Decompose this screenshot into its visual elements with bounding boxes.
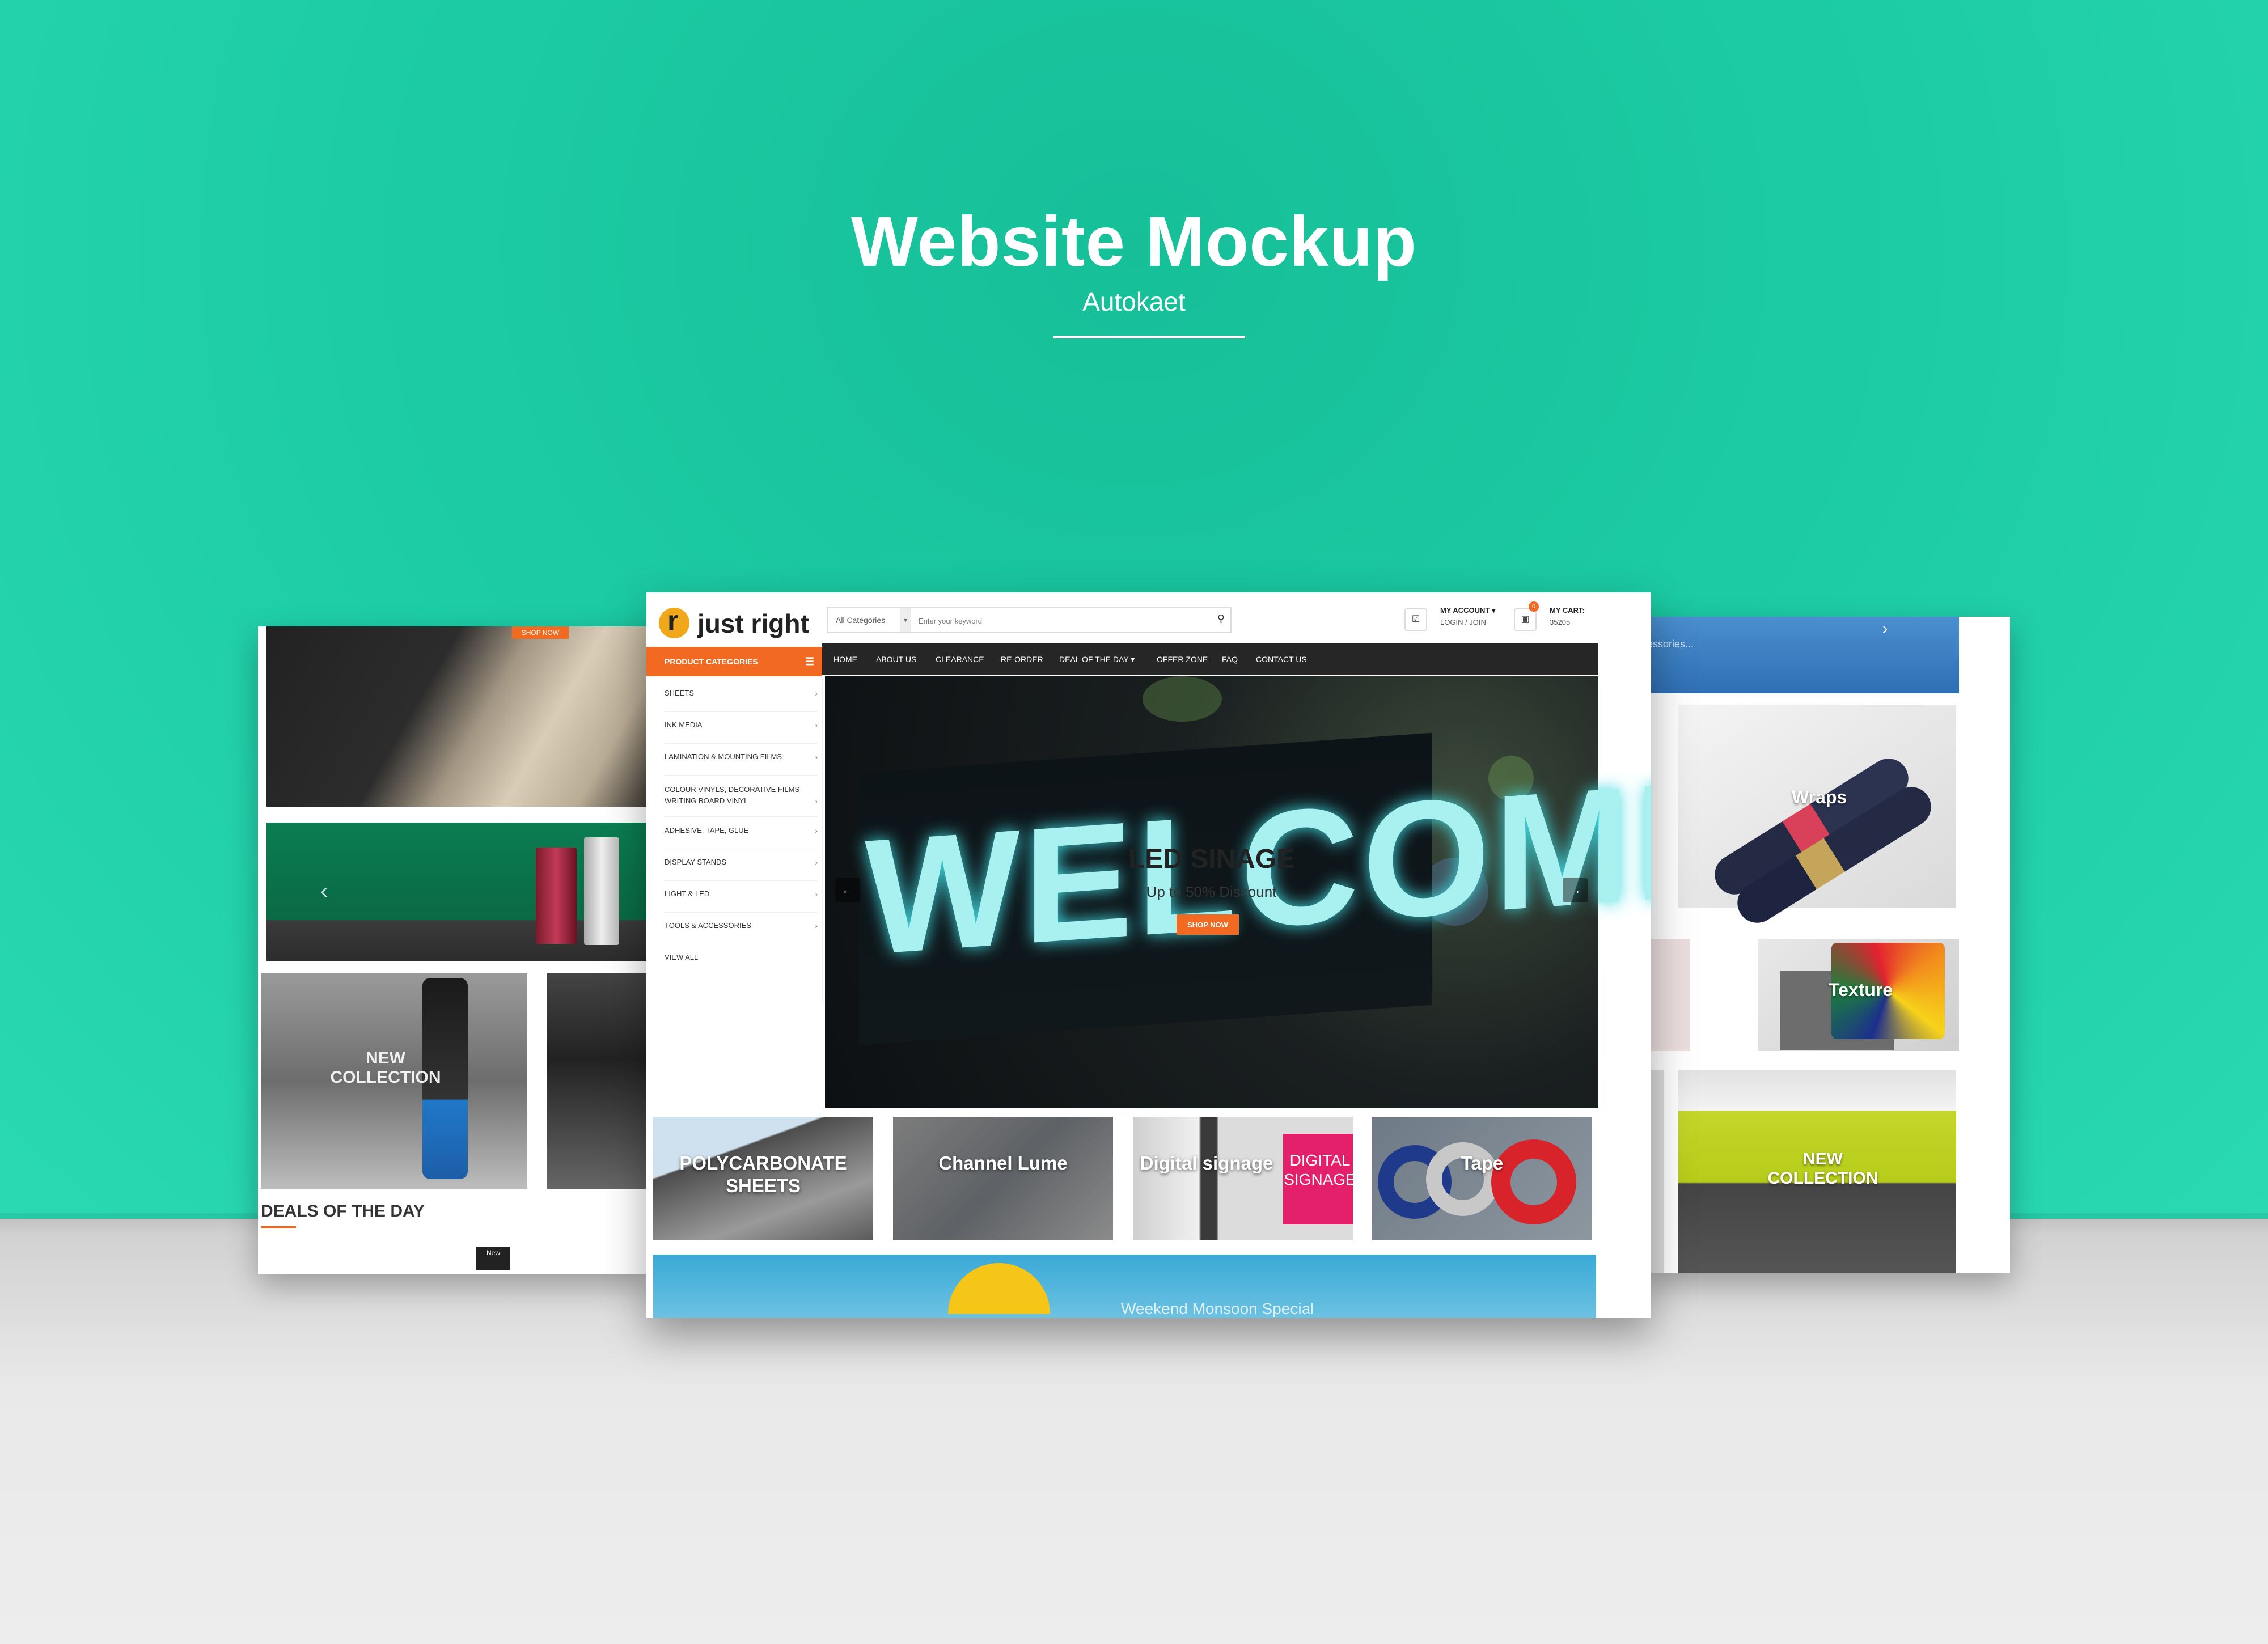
banner-text: Weekend Monsoon Special — [1121, 1300, 1314, 1317]
hero-title: LED SINAGE — [1128, 844, 1295, 874]
wraps-label: Wraps — [1792, 787, 1847, 807]
new-collection-label: NEW COLLECTION — [1767, 1150, 1878, 1188]
cart-count-badge: 0 — [1529, 601, 1539, 612]
cart-amount: 35205 — [1550, 618, 1571, 626]
deals-heading: DEALS OF THE DAY — [261, 1202, 425, 1221]
nav-offer-zone[interactable]: OFFER ZONE — [1157, 643, 1208, 675]
category-item[interactable]: LIGHT & LED › — [665, 889, 818, 913]
main-nav: HOME ABOUT US CLEARANCE RE-ORDER DEAL OF… — [822, 643, 1598, 675]
category-label: INK MEDIA — [665, 721, 703, 729]
category-item[interactable]: COLOUR VINYLS, DECORATIVE FILMS WRITING … — [665, 784, 818, 817]
nav-about-us[interactable]: ABOUT US — [876, 643, 916, 675]
category-item[interactable]: LAMINATION & MOUNTING FILMS › — [665, 752, 818, 776]
arrow-left-icon[interactable]: ← — [835, 878, 860, 902]
new-badge: New — [476, 1247, 510, 1270]
category-item[interactable]: SHEETS › — [665, 689, 818, 712]
search-input[interactable] — [917, 612, 1192, 630]
arrow-right-icon[interactable]: → — [1563, 878, 1588, 902]
category-label: VIEW ALL — [665, 953, 699, 961]
bokeh-light — [1143, 676, 1222, 722]
logo-icon[interactable] — [659, 604, 689, 638]
category-label: TOOLS & ACCESSORIES — [665, 921, 751, 930]
nav-clearance[interactable]: CLEARANCE — [936, 643, 984, 675]
nav-deal-of-the-day[interactable]: DEAL OF THE DAY ▾ — [1059, 643, 1135, 675]
tile-label: Channel Lume — [938, 1153, 1068, 1173]
my-account-menu[interactable]: MY ACCOUNT ▾ — [1440, 606, 1496, 615]
umbrella-image — [948, 1263, 1050, 1314]
shop-now-button[interactable]: SHOP NOW — [1177, 914, 1239, 935]
category-select[interactable]: All Categories — [828, 608, 905, 632]
texture-label: Texture — [1829, 980, 1893, 1000]
chevron-right-icon[interactable]: › — [1882, 620, 1888, 638]
tile-channel-lume[interactable]: Channel Lume — [893, 1117, 1113, 1240]
chevron-right-icon: › — [815, 921, 818, 930]
fridge-image — [584, 837, 619, 945]
chevron-down-icon[interactable]: ▾ — [900, 608, 911, 632]
category-label: ADHESIVE, TAPE, GLUE — [665, 826, 749, 834]
chevron-right-icon: › — [815, 826, 818, 835]
chevron-right-icon: › — [815, 858, 818, 867]
main-screen-preview: just right All Categories ▾ ⚲ ☑ MY ACCOU… — [646, 592, 1651, 1318]
chevron-right-icon: › — [815, 796, 818, 806]
accessories-text: essories... — [1647, 638, 1694, 650]
right-screen-preview: essories... › Wraps Texture NEW COLLECTI… — [1644, 617, 2010, 1273]
mockup-subtitle: Autokaet — [1082, 287, 1186, 316]
tile-label: Tape — [1461, 1153, 1504, 1173]
view-all-link[interactable]: VIEW ALL — [665, 953, 818, 976]
category-item[interactable]: ADHESIVE, TAPE, GLUE › — [665, 826, 818, 849]
category-item[interactable]: TOOLS & ACCESSORIES › — [665, 921, 818, 944]
nav-home[interactable]: HOME — [833, 643, 857, 675]
category-item[interactable]: INK MEDIA › — [665, 721, 818, 744]
tile-tape[interactable]: Tape — [1372, 1117, 1592, 1240]
hero-slider: WELCOME LED SINAGE Up to 50% Discount SH… — [825, 676, 1651, 1108]
category-sidebar: SHEETS › INK MEDIA › LAMINATION & MOUNTING… — [651, 677, 823, 1003]
tile-digital-signage[interactable]: DIGITAL SIGNAGE Digital signage — [1133, 1117, 1353, 1240]
nav-re-order[interactable]: RE-ORDER — [1001, 643, 1043, 675]
monsoon-banner[interactable]: Weekend Monsoon Special — [653, 1255, 1596, 1318]
category-label: DISPLAY STANDS — [665, 858, 727, 866]
new-collection-label[interactable]: NEW COLLECTION — [315, 1049, 456, 1087]
left-screen-preview: SHOP NOW ‹ NEW COLLECTION DEALS OF THE D… — [258, 626, 649, 1274]
lock-icon[interactable]: ☑ — [1404, 608, 1427, 631]
menu-icon[interactable]: ☰ — [805, 647, 814, 676]
hero-subtitle: Up to 50% Discount — [1146, 883, 1277, 900]
nav-faq[interactable]: FAQ — [1222, 643, 1238, 675]
category-label: COLOUR VINYLS, DECORATIVE FILMS WRITING … — [665, 785, 800, 805]
category-label: SHEETS — [665, 689, 695, 697]
chevron-right-icon: › — [815, 889, 818, 899]
chevron-left-icon[interactable]: ‹ — [320, 879, 328, 904]
tile-label: Digital signage — [1140, 1153, 1273, 1173]
cart-icon[interactable]: ▣ — [1514, 608, 1537, 631]
category-label: LAMINATION & MOUNTING FILMS — [665, 752, 782, 761]
expo-photo — [547, 973, 649, 1189]
category-label: LIGHT & LED — [665, 889, 710, 898]
mockup-title: Website Mockup — [851, 202, 1417, 281]
title-divider — [1053, 336, 1245, 338]
digital-signage-sign: DIGITAL SIGNAGE — [1283, 1134, 1353, 1224]
product-categories-header[interactable]: PRODUCT CATEGORIES ☰ — [646, 647, 822, 676]
wood-veneer-banner — [266, 626, 649, 807]
site-header: just right All Categories ▾ ⚲ ☑ MY ACCOU… — [646, 592, 1651, 643]
chevron-right-icon: › — [815, 721, 818, 730]
search-bar: All Categories ▾ ⚲ — [827, 607, 1232, 633]
flamingo-texture-tile[interactable] — [1644, 939, 1690, 1051]
login-join-link[interactable]: LOGIN / JOIN — [1440, 618, 1486, 626]
categories-heading: PRODUCT CATEGORIES — [665, 657, 758, 666]
category-item[interactable]: DISPLAY STANDS › — [665, 858, 818, 881]
chevron-right-icon: › — [815, 689, 818, 698]
tile-polycarbonate-sheets[interactable]: POLYCARBONATE SHEETS — [653, 1117, 873, 1240]
logo-text[interactable]: just right — [697, 608, 809, 639]
shop-now-button[interactable]: SHOP NOW — [512, 626, 569, 639]
search-icon[interactable]: ⚲ — [1217, 613, 1225, 625]
chevron-right-icon: › — [815, 752, 818, 761]
deals-underline — [261, 1226, 296, 1228]
my-cart-label[interactable]: MY CART: — [1550, 606, 1585, 615]
nav-contact-us[interactable]: CONTACT US — [1256, 643, 1307, 675]
fridge-image — [536, 848, 577, 944]
tile-label: POLYCARBONATE SHEETS — [679, 1153, 847, 1196]
accessories-banner — [1644, 617, 1959, 693]
